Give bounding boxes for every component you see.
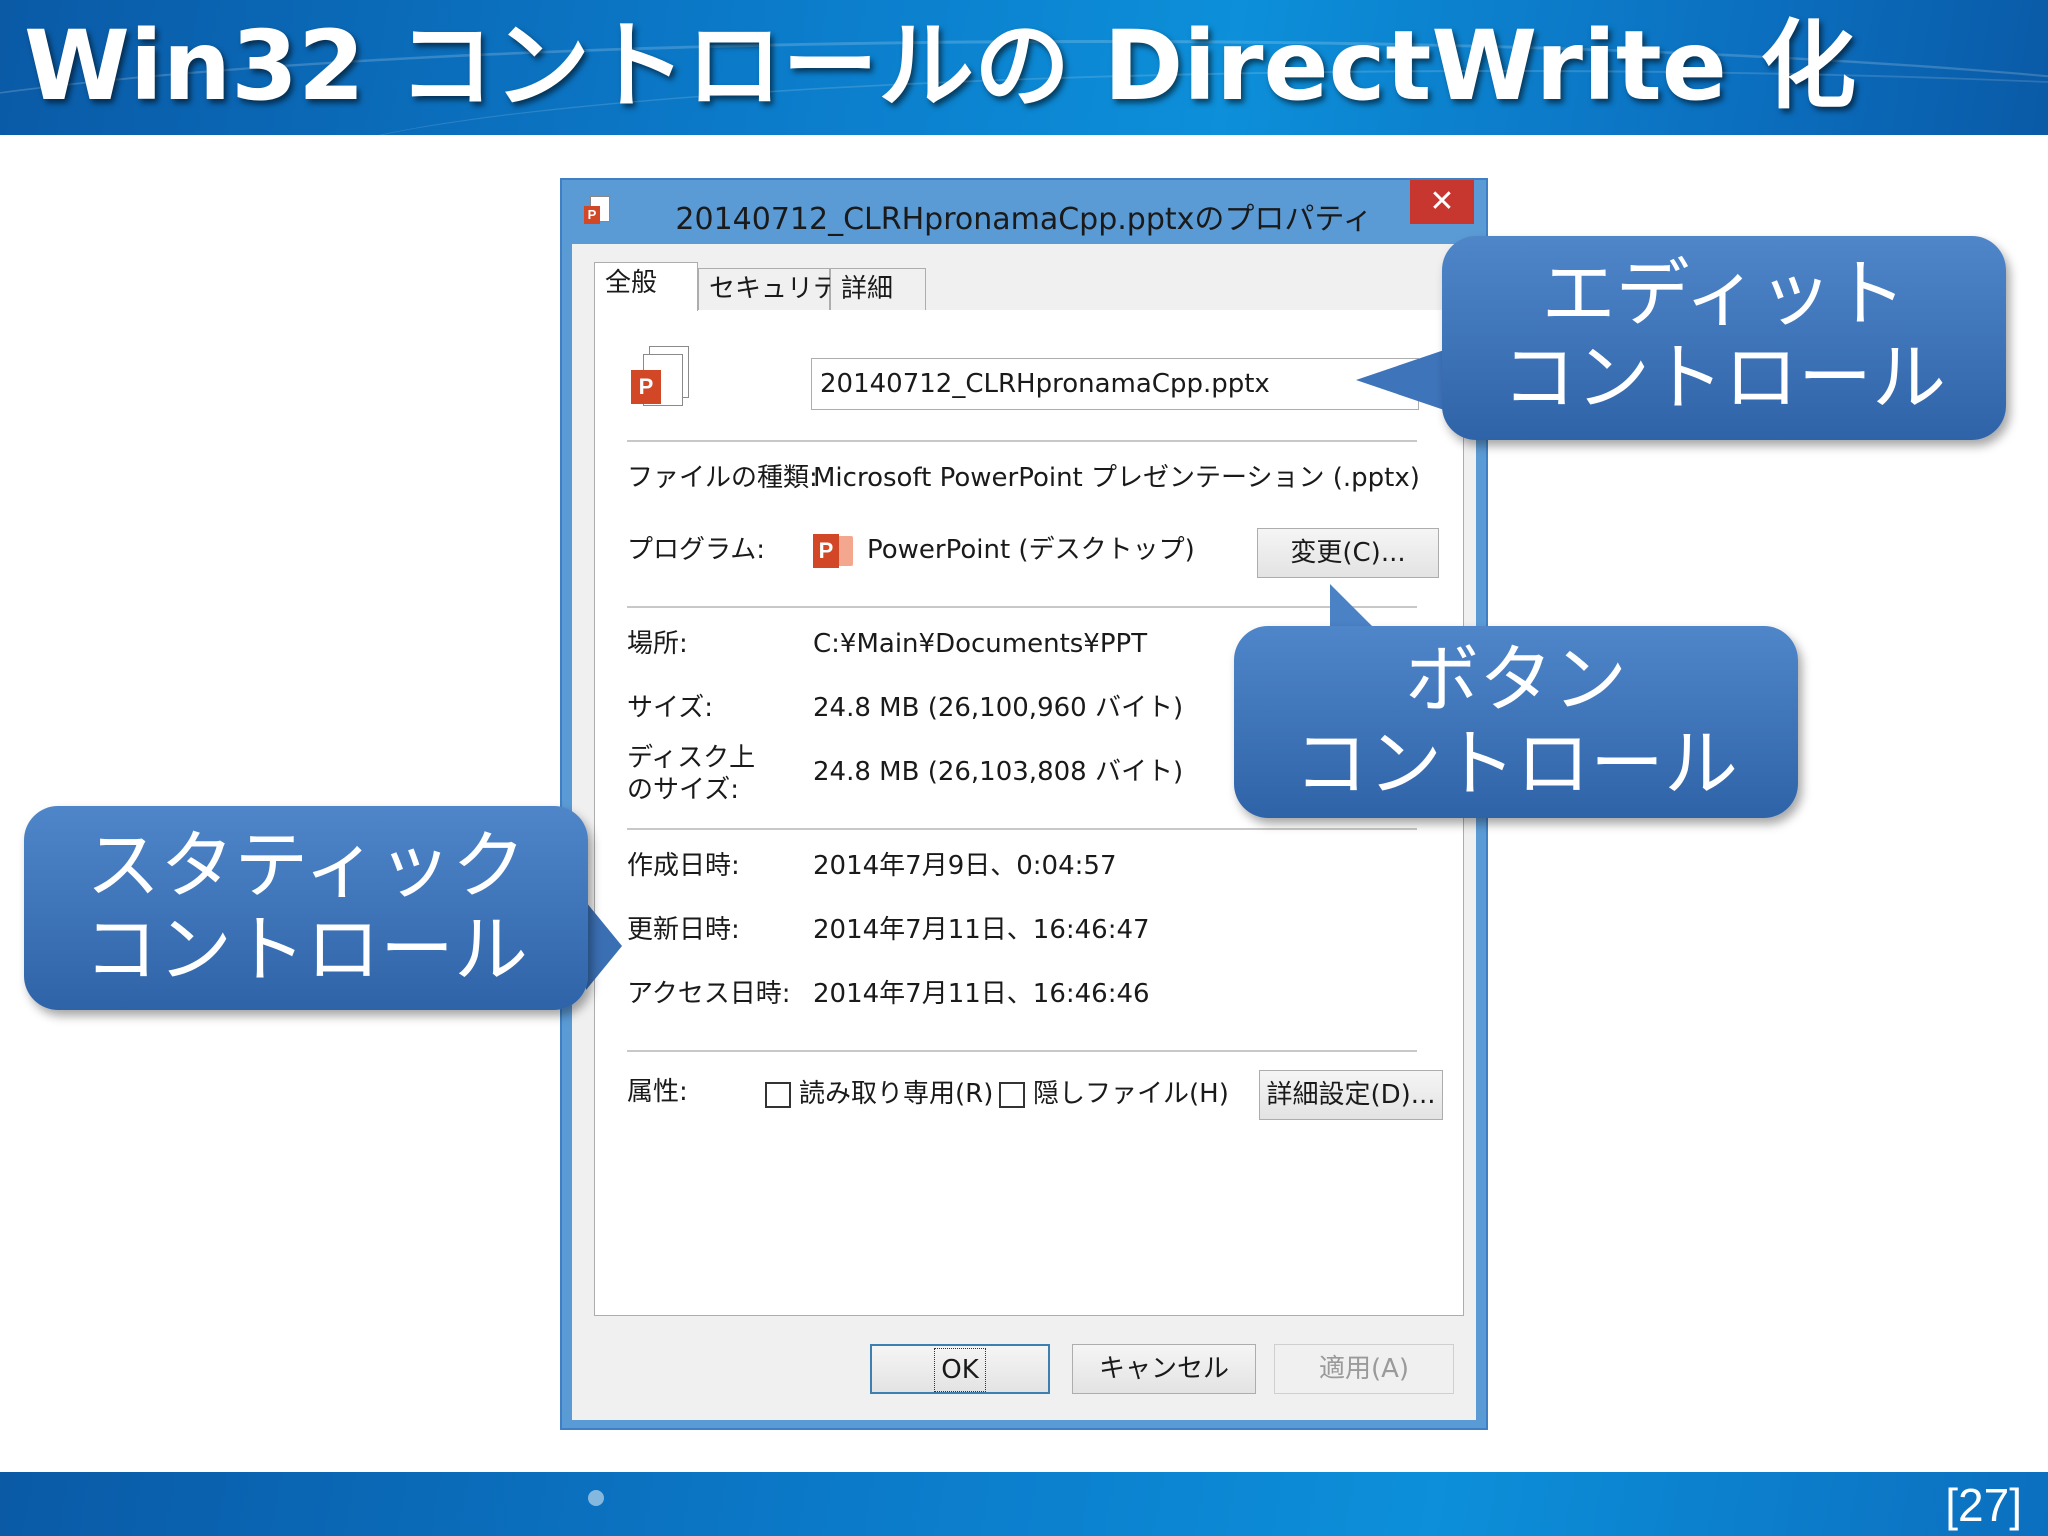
slide-title: Win32 コントロールの DirectWrite 化	[24, 10, 1857, 122]
file-type-value: Microsoft PowerPoint プレゼンテーション (.pptx)	[813, 463, 1420, 493]
accessed-label: アクセス日時:	[627, 979, 791, 1009]
dialog-client-area: 全般 セキュリティ 詳細 P ファイルの種類: Microsoft PowerP…	[572, 244, 1476, 1420]
accessed-value: 2014年7月11日、16:46:46	[813, 979, 1150, 1009]
tab-strip: 全般 セキュリティ 詳細	[594, 262, 1464, 311]
created-value: 2014年7月9日、0:04:57	[813, 851, 1117, 881]
edit-callout-line1: エディット	[1541, 251, 1907, 337]
page-number: [27]	[1945, 1479, 2022, 1531]
location-value: C:¥Main¥Documents¥PPT	[813, 629, 1148, 659]
button-control-callout: ボタン コントロール	[1234, 626, 1798, 818]
size-value: 24.8 MB (26,100,960 バイト)	[813, 693, 1184, 723]
tab-general[interactable]: 全般	[594, 262, 698, 311]
readonly-checkbox[interactable]	[765, 1082, 791, 1108]
powerpoint-app-icon: P	[813, 532, 853, 570]
program-label: プログラム:	[627, 535, 765, 565]
disk-size-value: 24.8 MB (26,103,808 バイト)	[813, 757, 1184, 787]
edit-callout-pointer	[1356, 346, 1456, 414]
disk-size-label-line2: のサイズ:	[627, 775, 739, 805]
slide-footer: [27]	[0, 1472, 2048, 1536]
static-callout-line2: コントロール	[84, 907, 528, 993]
hidden-checkbox[interactable]	[999, 1082, 1025, 1108]
ok-button[interactable]: OK	[870, 1344, 1050, 1394]
close-icon: ✕	[1429, 185, 1455, 218]
hidden-label[interactable]: 隠しファイル(H)	[1033, 1078, 1229, 1110]
edit-control-callout: エディット コントロール	[1442, 236, 2006, 440]
window-title: 20140712_CLRHpronamaCpp.pptxのプロパティ	[675, 202, 1373, 237]
modified-label: 更新日時:	[627, 915, 740, 945]
location-label: 場所:	[627, 629, 688, 659]
disk-size-label-line1: ディスク上	[627, 743, 756, 773]
attributes-label: 属性:	[627, 1077, 688, 1107]
tab-security[interactable]: セキュリティ	[698, 268, 863, 310]
modified-value: 2014年7月11日、16:46:47	[813, 915, 1150, 945]
button-callout-line1: ボタン	[1405, 637, 1627, 723]
static-control-callout: スタティック コントロール	[24, 806, 588, 1010]
separator	[627, 440, 1417, 442]
button-callout-line2: コントロール	[1294, 721, 1738, 807]
edit-callout-line2: コントロール	[1502, 335, 1946, 421]
change-button[interactable]: 変更(C)...	[1257, 528, 1439, 578]
file-type-label: ファイルの種類:	[627, 463, 818, 493]
ok-button-label: OK	[934, 1348, 986, 1392]
static-callout-pointer	[586, 902, 622, 990]
separator	[627, 828, 1417, 830]
advanced-button[interactable]: 詳細設定(D)...	[1259, 1070, 1443, 1120]
program-value: PowerPoint (デスクトップ)	[867, 535, 1195, 565]
filename-edit[interactable]	[811, 358, 1419, 410]
close-button[interactable]: ✕	[1410, 180, 1474, 224]
separator	[627, 1050, 1417, 1052]
decorative-dot	[588, 1490, 604, 1506]
tab-details[interactable]: 詳細	[830, 268, 926, 310]
size-label: サイズ:	[627, 693, 713, 723]
separator	[627, 606, 1417, 608]
slide-header: Win32 コントロールの DirectWrite 化	[0, 0, 2048, 135]
cancel-button[interactable]: キャンセル	[1072, 1344, 1256, 1394]
powerpoint-document-icon: P	[631, 346, 691, 412]
readonly-label[interactable]: 読み取り専用(R)	[799, 1078, 993, 1110]
title-bar[interactable]: P 20140712_CLRHpronamaCpp.pptxのプロパティ ✕	[562, 180, 1486, 244]
created-label: 作成日時:	[627, 851, 740, 881]
apply-button[interactable]: 適用(A)	[1274, 1344, 1454, 1394]
static-callout-line1: スタティック	[86, 823, 526, 909]
